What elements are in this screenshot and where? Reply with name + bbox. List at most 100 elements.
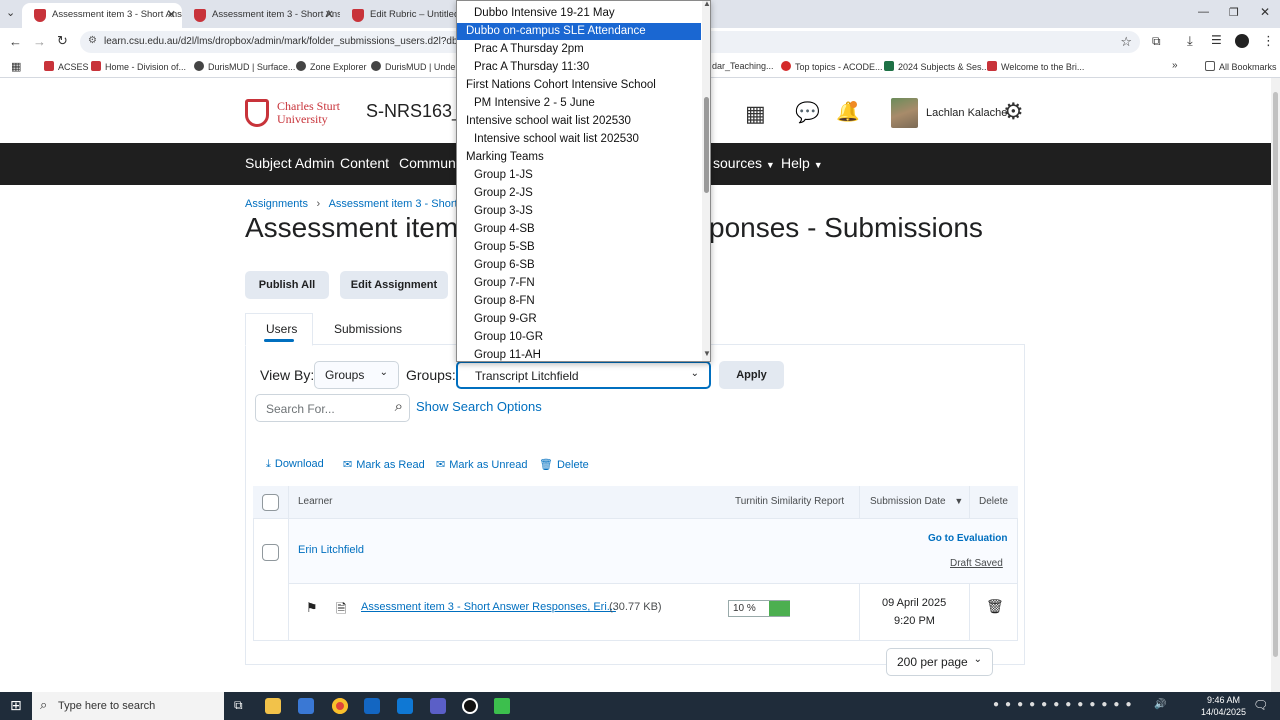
scroll-down-icon[interactable]: ▼ — [703, 349, 710, 358]
bookmark-welcome[interactable]: Welcome to the Bri... — [987, 61, 1084, 72]
all-bookmarks[interactable]: All Bookmarks — [1205, 61, 1277, 72]
learner-checkbox[interactable] — [262, 544, 279, 561]
dropdown-option[interactable]: Group 8-FN — [457, 293, 701, 310]
mark-as-unread-button[interactable]: ✉ Mark as Unread — [436, 458, 527, 471]
browser-tab-1[interactable]: Assessment item 3 - Short Ans ✕ — [22, 3, 182, 28]
user-name[interactable]: Lachlan Kalache — [926, 107, 1007, 119]
bookmark-home-division[interactable]: Home - Division of... — [91, 61, 186, 72]
teams-icon[interactable] — [430, 698, 446, 714]
dropdown-option[interactable]: Group 4-SB — [457, 221, 701, 238]
browser-tab-3[interactable]: Edit Rubric – Untitled - S — [340, 3, 456, 28]
dropdown-option[interactable]: Group 9-GR — [457, 311, 701, 328]
app-green-icon[interactable] — [494, 698, 510, 714]
mark-as-read-button[interactable]: ✉ Mark as Read — [343, 458, 425, 471]
nav-communication[interactable]: Communi — [399, 155, 459, 171]
bookmark-teaching[interactable]: dar_Teaching... — [712, 61, 774, 71]
more-bookmarks-icon[interactable]: » — [1172, 60, 1178, 71]
groups-select[interactable]: Transcript Litchfield ⌄ — [456, 361, 711, 389]
nav-content[interactable]: Content — [340, 155, 389, 171]
back-icon[interactable]: ← — [9, 34, 22, 49]
downloads-icon[interactable]: ⤓ — [1187, 33, 1193, 49]
file-explorer-icon[interactable] — [265, 698, 281, 714]
delete-button[interactable]: 🗑 Delete — [539, 458, 589, 471]
messages-icon[interactable]: 💬 — [795, 100, 820, 125]
dropdown-option[interactable]: Group 5-SB — [457, 239, 701, 256]
dropdown-scrollbar-thumb[interactable] — [704, 97, 709, 193]
page-scrollbar-thumb[interactable] — [1273, 92, 1278, 657]
dropdown-option[interactable]: Prac A Thursday 2pm — [457, 41, 701, 58]
bookmark-star-icon[interactable]: ☆ — [1120, 34, 1132, 50]
header-submission-date[interactable]: Submission Date ▼ — [870, 496, 963, 507]
submission-file-link[interactable]: Assessment item 3 - Short Answer Respons… — [361, 601, 616, 613]
dropdown-option[interactable]: Group 10-GR — [457, 329, 701, 346]
bookmark-zone-explorer[interactable]: Zone Explorer — [296, 61, 367, 72]
nav-subject-admin[interactable]: Subject Admin — [245, 155, 335, 171]
settings-gear-icon[interactable]: ⚙ — [1003, 98, 1024, 125]
dropdown-option[interactable]: PM Intensive 2 - 5 June — [457, 95, 701, 112]
dropdown-option[interactable]: Group 11-AH — [457, 347, 701, 361]
nav-resources[interactable]: sources ▼ — [713, 155, 775, 171]
profile-icon[interactable] — [1235, 34, 1249, 48]
windows-start-icon[interactable]: ⊞ — [10, 697, 22, 714]
delete-file-icon[interactable]: 🗑 — [986, 598, 1004, 615]
notifications-icon[interactable]: 🗨 — [1253, 698, 1268, 712]
browser-tab-2[interactable]: Assessment item 3 - Short Ans ✕ — [182, 3, 340, 28]
restore-window-icon[interactable]: ❐ — [1229, 6, 1239, 19]
waffle-menu-icon[interactable]: ▦ — [745, 101, 766, 127]
close-tab-icon[interactable]: ✕ — [325, 8, 334, 21]
download-button[interactable]: ⤓ Download — [266, 458, 324, 471]
minimize-window-icon[interactable]: — — [1198, 6, 1209, 18]
apps-grid-icon[interactable]: ▦ — [11, 60, 21, 73]
go-to-evaluation-link[interactable]: Go to Evaluation — [928, 533, 1007, 544]
apply-button[interactable]: Apply — [719, 361, 784, 389]
media-icon[interactable]: ☰ — [1211, 33, 1222, 47]
breadcrumb-assignments[interactable]: Assignments — [245, 198, 308, 210]
draft-saved-link[interactable]: Draft Saved — [950, 558, 1003, 569]
close-window-icon[interactable]: ✕ — [1260, 5, 1270, 19]
similarity-score[interactable]: 10 % — [728, 600, 790, 617]
clock-time[interactable]: 9:46 AM — [1207, 695, 1240, 705]
learner-name-link[interactable]: Erin Litchfield — [298, 544, 364, 556]
bookmark-acses[interactable]: ACSES — [44, 61, 89, 72]
bookmark-acode[interactable]: Top topics - ACODE... — [781, 61, 883, 72]
avatar[interactable] — [891, 98, 918, 128]
edit-assignment-button[interactable]: Edit Assignment — [340, 271, 448, 299]
reload-icon[interactable]: ↻ — [57, 33, 68, 49]
publish-all-button[interactable]: Publish All — [245, 271, 329, 299]
bookmark-durismud-underd[interactable]: DurisMUD | UnderD — [371, 61, 465, 72]
dropdown-option[interactable]: Intensive school wait list 202530 — [457, 131, 701, 148]
tab-users[interactable]: Users — [266, 322, 297, 336]
tab-submissions[interactable]: Submissions — [334, 322, 402, 336]
flag-icon[interactable]: ⚑ — [306, 600, 318, 616]
csu-logo-icon[interactable] — [245, 99, 269, 127]
outlook-icon[interactable] — [364, 698, 380, 714]
chrome-icon[interactable] — [332, 698, 348, 714]
dropdown-option[interactable]: Group 7-FN — [457, 275, 701, 292]
dropdown-option[interactable]: Dubbo Intensive 19-21 May — [457, 5, 701, 22]
browser-menu-icon[interactable]: ⋮ — [1262, 33, 1275, 49]
dropdown-option[interactable]: Prac A Thursday 11:30 — [457, 59, 701, 76]
header-learner[interactable]: Learner — [298, 496, 332, 507]
search-icon[interactable]: ⌕ — [395, 398, 403, 415]
task-view-icon[interactable]: ⧉ — [234, 698, 243, 713]
dropdown-option[interactable]: Group 3-JS — [457, 203, 701, 220]
dropdown-option[interactable]: Group 2-JS — [457, 185, 701, 202]
system-tray-icons[interactable]: ●●●●●●●●●●●● — [993, 699, 1137, 710]
outlook-calendar-icon[interactable] — [397, 698, 413, 714]
extensions-icon[interactable]: ⧉ — [1152, 34, 1161, 49]
dropdown-option[interactable]: Intensive school wait list 202530 — [457, 113, 701, 130]
scroll-up-icon[interactable]: ▲ — [703, 1, 710, 8]
obs-icon[interactable] — [462, 698, 478, 714]
tab-search-icon[interactable]: ⌄ — [6, 6, 15, 19]
per-page-select[interactable]: 200 per page ⌄ — [886, 648, 993, 676]
search-input[interactable]: Search For... ⌕ — [255, 394, 410, 422]
bookmark-durismud-surface[interactable]: DurisMUD | Surface... — [194, 61, 295, 72]
dropdown-option[interactable]: Group 6-SB — [457, 257, 701, 274]
dropdown-option[interactable]: Dubbo on-campus SLE Attendance — [457, 23, 701, 40]
bookmark-subjects-sessions[interactable]: 2024 Subjects & Ses... — [884, 61, 989, 72]
nav-help[interactable]: Help ▼ — [781, 155, 823, 171]
clock-date[interactable]: 14/04/2025 — [1201, 707, 1246, 717]
site-info-icon[interactable]: ⚙ — [88, 35, 97, 46]
store-icon[interactable] — [298, 698, 314, 714]
close-tab-icon[interactable]: ✕ — [167, 8, 176, 21]
